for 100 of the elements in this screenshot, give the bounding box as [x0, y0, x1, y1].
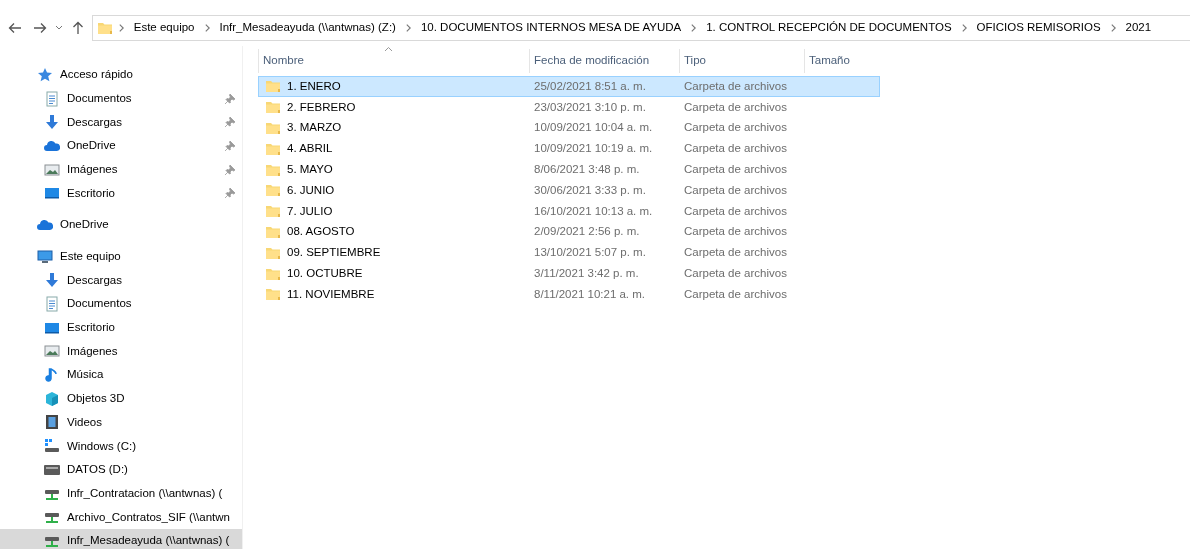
nav-item[interactable]: Imágenes [0, 157, 242, 182]
file-name: 08. AGOSTO [287, 224, 355, 240]
download-arrow-icon [44, 272, 60, 289]
image-icon [44, 343, 60, 360]
file-row[interactable]: 09. SEPTIEMBRE 13/10/2021 5:07 p. m. Carpeta de archivos [258, 242, 880, 264]
file-type: Carpeta de archivos [684, 245, 788, 261]
file-name: 11. NOVIEMBRE [287, 286, 375, 302]
modified-date: 10/09/2021 10:04 a. m. [534, 120, 654, 136]
modified-date: 2/09/2021 2:56 p. m. [534, 224, 641, 240]
file-type: Carpeta de archivos [684, 182, 788, 198]
file-type: Carpeta de archivos [684, 203, 788, 219]
chevron-icon [405, 24, 411, 32]
file-row[interactable]: 10. OCTUBRE 3/11/2021 3:42 p. m. Carpeta de archivos [258, 263, 880, 284]
modified-date: 8/11/2021 10:21 a. m. [534, 286, 647, 302]
file-name: 6. JUNIO [287, 182, 335, 198]
folder-icon [265, 203, 281, 220]
modified-date: 16/10/2021 10:13 a. m. [534, 203, 654, 219]
modified-date: 23/03/2021 3:10 p. m. [534, 99, 647, 115]
modified-date: 13/10/2021 5:07 p. m. [534, 245, 647, 261]
breadcrumb-item[interactable]: 1. CONTROL RECEPCIÓN DE DOCUMENTOS [702, 19, 956, 37]
cube-icon [44, 390, 60, 407]
column-header[interactable]: Tipo [679, 49, 804, 73]
windows-drive-icon [44, 438, 60, 455]
breadcrumb-item[interactable]: Infr_Mesadeayuda (\\antwnas) (Z:) [215, 19, 400, 37]
film-icon [44, 414, 60, 431]
file-name: 7. JULIO [287, 203, 333, 219]
folder-icon [265, 120, 281, 136]
up-arrow-icon [71, 21, 84, 35]
breadcrumb-item[interactable]: 2021 [1121, 19, 1156, 37]
nav-item[interactable]: Descargas [0, 110, 242, 135]
computer-icon [37, 248, 53, 265]
nav-item[interactable]: Imágenes [0, 339, 242, 364]
nav-item[interactable]: OneDrive [0, 213, 242, 237]
file-row[interactable]: 11. NOVIEMBRE 8/11/2021 10:21 a. m. Carpeta de archivos [258, 283, 880, 305]
breadcrumb-item[interactable]: 10. DOCUMENTOS INTERNOS MESA DE AYUDA [416, 19, 686, 37]
nav-item[interactable]: Infr_Contratacion (\\antwnas) ( [0, 481, 242, 506]
sort-caret-icon [384, 46, 393, 52]
address-bar[interactable]: Este equipo Infr_Mesadeayuda (\\antwnas) (Z:) 10. DOCUMENTOS INTERNOS MESA DE AYUDA 1. CONTROL RECEPCIÓN DE DOCUMENTOS OFICIOS REMISORIOS 2021 [91, 15, 1190, 41]
file-row[interactable]: 08. AGOSTO 2/09/2021 2:56 p. m. Carpeta de archivos [258, 221, 880, 243]
image-icon [44, 161, 60, 178]
nav-item[interactable]: Este equipo [0, 244, 242, 269]
breadcrumb-item[interactable]: Este equipo [129, 19, 199, 37]
file-name: 10. OCTUBRE [287, 265, 363, 281]
desktop-icon [44, 185, 60, 202]
file-type: Carpeta de archivos [684, 78, 788, 94]
nav-item[interactable]: Videos [0, 410, 242, 435]
file-name: 2. FEBRERO [287, 99, 356, 115]
nav-item[interactable]: Documentos [0, 86, 242, 111]
nav-item[interactable]: Acceso rápido [0, 63, 242, 87]
nav-item[interactable]: Documentos [0, 292, 242, 316]
folder-icon [265, 286, 281, 303]
file-row[interactable]: 6. JUNIO 30/06/2021 3:33 p. m. Carpeta de archivos [258, 180, 880, 201]
chevron-icon [961, 24, 967, 32]
caret-icon [54, 25, 63, 31]
chevron-icon [1110, 24, 1116, 32]
file-type: Carpeta de archivos [684, 161, 788, 177]
chevron-icon [118, 24, 124, 32]
folder-icon [96, 20, 113, 36]
column-header[interactable]: Fecha de modificación [529, 49, 679, 73]
document-icon [44, 90, 60, 107]
nav-item[interactable]: Windows (C:) [0, 434, 242, 458]
file-row[interactable]: 7. JULIO 16/10/2021 10:13 a. m. Carpeta de archivos [258, 200, 880, 222]
file-row[interactable]: 1. ENERO 25/02/2021 8:51 a. m. Carpeta de archivos [258, 76, 880, 97]
file-type: Carpeta de archivos [684, 265, 788, 281]
modified-date: 8/06/2021 3:48 p. m. [534, 161, 641, 177]
music-note-icon [44, 367, 60, 384]
file-row[interactable]: 4. ABRIL 10/09/2021 10:19 a. m. Carpeta de archivos [258, 138, 880, 160]
nav-item[interactable]: DATOS (D:) [0, 458, 242, 482]
star-icon [37, 66, 53, 83]
file-row[interactable]: 3. MARZO 10/09/2021 10:04 a. m. Carpeta de archivos [258, 117, 880, 139]
folder-icon [265, 99, 281, 116]
nav-item[interactable]: Infr_Mesadeayuda (\\antwnas) ( [0, 529, 242, 549]
nav-item[interactable]: Música [0, 363, 242, 387]
nav-item[interactable]: OneDrive [0, 134, 242, 158]
file-name: 4. ABRIL [287, 141, 333, 157]
file-name: 09. SEPTIEMBRE [287, 245, 381, 261]
modified-date: 3/11/2021 3:42 p. m. [534, 265, 640, 281]
modified-date: 30/06/2021 3:33 p. m. [534, 182, 647, 198]
modified-date: 10/09/2021 10:19 a. m. [534, 141, 654, 157]
back-arrow-icon [8, 22, 22, 34]
file-type: Carpeta de archivos [684, 99, 788, 115]
nav-item[interactable]: Escritorio [0, 315, 242, 340]
document-icon [44, 296, 60, 313]
nav-item[interactable]: Archivo_Contratos_SIF (\\antwn [0, 505, 242, 530]
file-type: Carpeta de archivos [684, 286, 788, 302]
file-name: 1. ENERO [287, 78, 341, 94]
modified-date: 25/02/2021 8:51 a. m. [534, 78, 647, 94]
file-type: Carpeta de archivos [684, 224, 788, 240]
file-row[interactable]: 2. FEBRERO 23/03/2021 3:10 p. m. Carpeta de archivos [258, 96, 880, 118]
forward-arrow-icon [32, 22, 47, 34]
file-name: 5. MAYO [287, 161, 333, 177]
column-header[interactable]: Tamaño [804, 49, 884, 73]
column-header[interactable]: Nombre [258, 49, 529, 73]
breadcrumb-item[interactable]: OFICIOS REMISORIOS [972, 19, 1105, 37]
nav-item[interactable]: Escritorio [0, 181, 242, 206]
chevron-icon [691, 24, 697, 32]
chevron-icon [204, 24, 210, 32]
nav-item[interactable]: Descargas [0, 268, 242, 293]
nav-item[interactable]: Objetos 3D [0, 386, 242, 411]
file-row[interactable]: 5. MAYO 8/06/2021 3:48 p. m. Carpeta de archivos [258, 159, 880, 180]
